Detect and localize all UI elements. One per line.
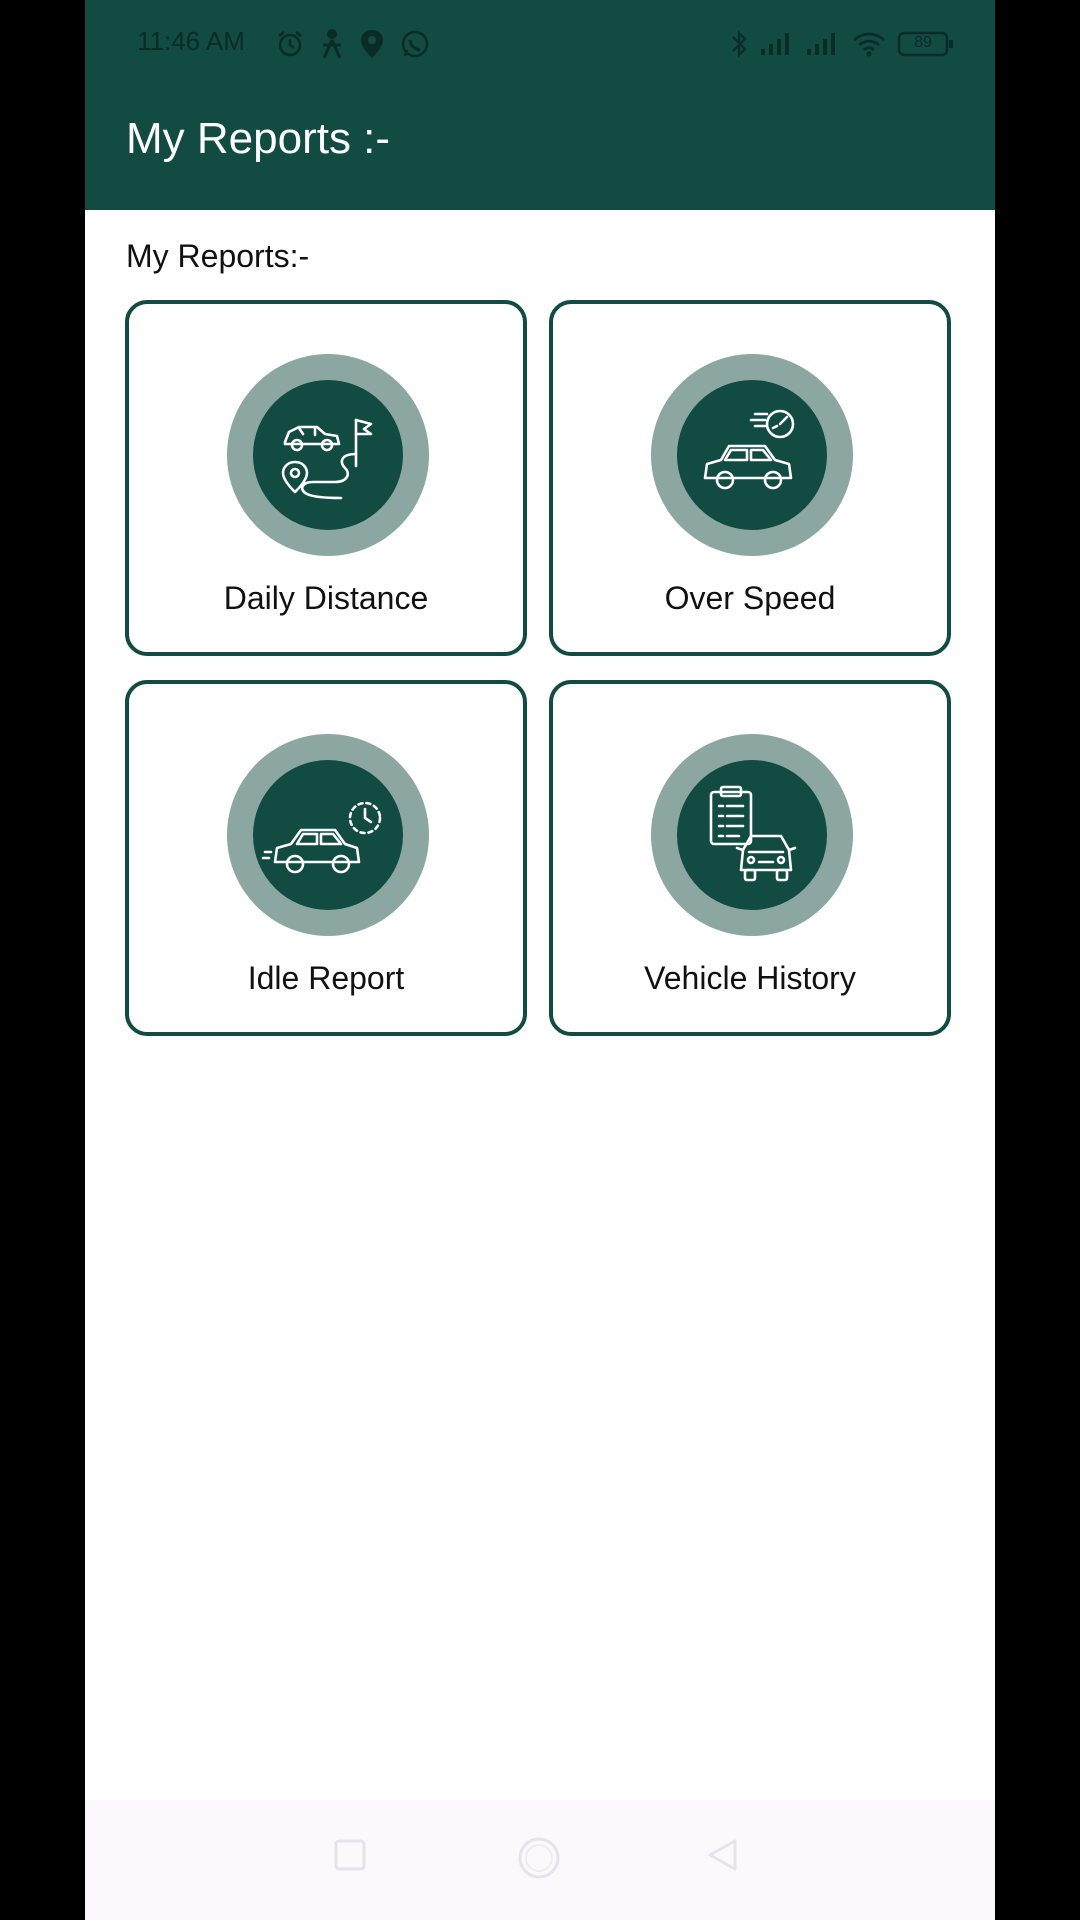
status-system-icons: 89	[729, 24, 955, 64]
signal-icon	[805, 31, 841, 57]
over-speed-label: Over Speed	[664, 580, 836, 616]
recents-square-icon[interactable]	[333, 1838, 367, 1876]
whatsapp-icon	[399, 28, 431, 60]
home-circle-icon[interactable]	[517, 1836, 561, 1884]
status-bar: 11:46 AM 89	[85, 0, 995, 90]
car-speedometer-icon	[677, 380, 827, 530]
vehicle-history-label: Vehicle History	[644, 960, 856, 996]
app-bar: 11:46 AM 89 My Reports:-	[85, 0, 995, 210]
idle-report-card[interactable]: Idle Report	[125, 680, 527, 1036]
battery-level: 89	[914, 34, 932, 51]
navigation-bar	[85, 1800, 995, 1920]
status-time: 11:46 AM	[137, 26, 245, 56]
wifi-icon	[851, 30, 887, 58]
phone-screen: 11:46 AM 89 My Reports:- My Reports:- D…	[85, 0, 995, 1920]
daily-distance-label: Daily Distance	[223, 580, 429, 616]
over-speed-card[interactable]: Over Speed	[549, 300, 951, 656]
location-pin-icon	[359, 28, 385, 60]
car-clipboard-icon	[677, 760, 827, 910]
daily-distance-icon-ring	[227, 354, 429, 556]
page-title: My Reports :-	[126, 114, 391, 163]
vehicle-history-card[interactable]: Vehicle History	[549, 680, 951, 1036]
over-speed-icon-ring	[651, 354, 853, 556]
idle-report-label: Idle Report	[247, 960, 405, 996]
bluetooth-icon	[729, 29, 749, 59]
car-route-flag-icon	[253, 380, 403, 530]
vehicle-history-icon-ring	[651, 734, 853, 936]
section-heading: My Reports:-	[126, 238, 310, 274]
car-clock-icon	[253, 760, 403, 910]
idle-report-icon-ring	[227, 734, 429, 936]
status-notification-icons	[275, 24, 431, 64]
signal-icon	[759, 31, 795, 57]
back-triangle-icon[interactable]	[705, 1838, 739, 1876]
battery-icon: 89	[897, 30, 955, 58]
person-icon	[319, 28, 345, 60]
daily-distance-card[interactable]: Daily Distance	[125, 300, 527, 656]
alarm-icon	[275, 29, 305, 59]
